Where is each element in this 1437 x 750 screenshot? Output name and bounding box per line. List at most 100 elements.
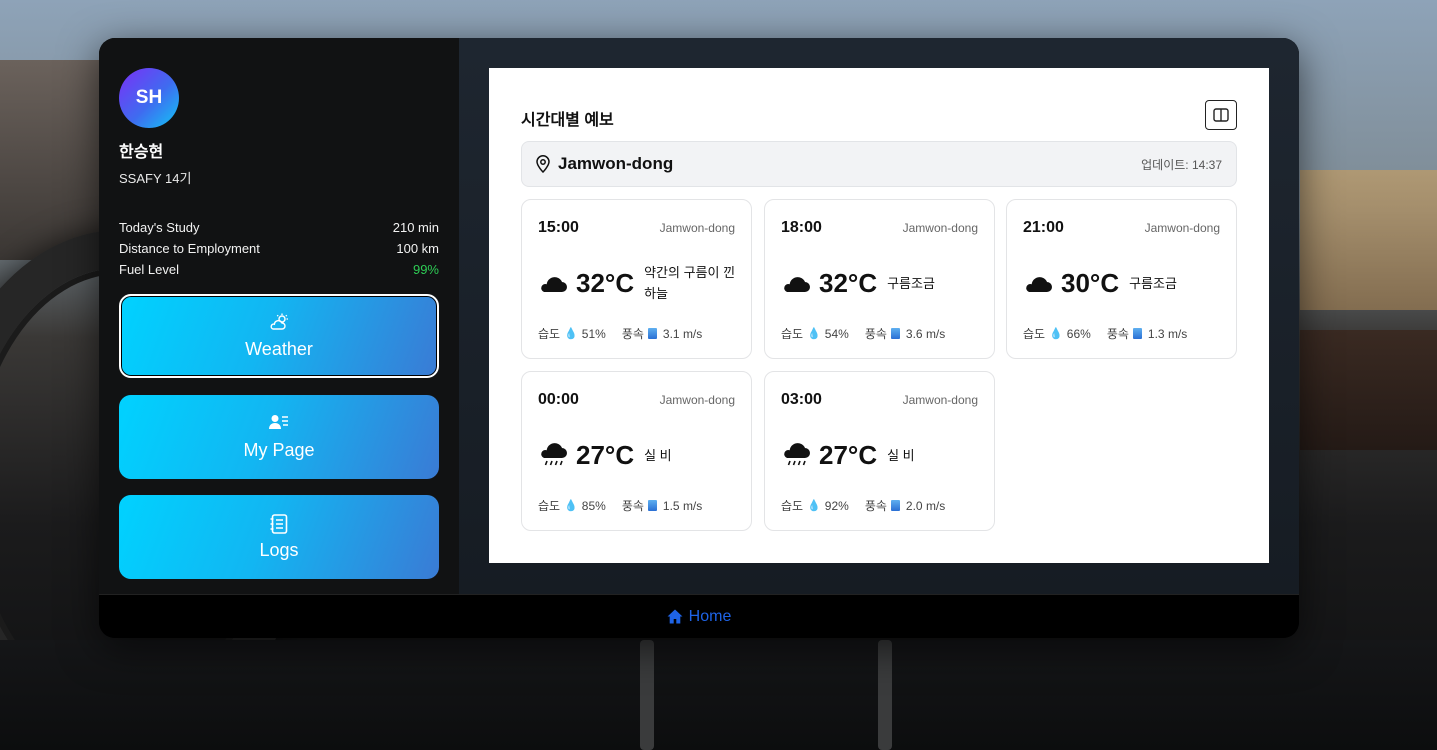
forecast-temp: 32°C xyxy=(576,267,635,298)
forecast-desc: 구름조금 xyxy=(1129,275,1177,291)
forecast-main: 30°C 구름조금 xyxy=(1023,260,1177,306)
forecast-card: 18:00 Jamwon-dong 32°C 구름조금 습도 💧 54% 풍속 … xyxy=(764,199,995,359)
humidity-label: 습도 xyxy=(1023,327,1046,341)
droplet-icon: 💧 xyxy=(564,328,578,340)
forecast-location: Jamwon-dong xyxy=(659,221,735,235)
rain-cloud-icon xyxy=(784,443,810,466)
wind-value: 2.0 m/s xyxy=(905,498,946,513)
background-pedal xyxy=(878,640,892,750)
forecast-card: 00:00 Jamwon-dong 27°C 실 비 습도 💧 85% 풍속 1… xyxy=(521,371,752,531)
cloud-icon xyxy=(1026,277,1052,292)
background-scenery xyxy=(1300,170,1437,310)
humidity-label: 습도 xyxy=(538,499,561,513)
user-list-icon xyxy=(269,414,289,434)
stat-label: Today's Study xyxy=(119,220,200,235)
forecast-panel: 시간대별 예보 Jamwon-dong 업데이트: 14:37 15:00 Ja… xyxy=(489,68,1269,563)
stat-row: Distance to Employment 100 km xyxy=(119,238,439,259)
forecast-details: 습도 💧 92% 풍속 2.0 m/s xyxy=(781,497,945,514)
humidity-value: 92% xyxy=(824,498,849,513)
forecast-main: 32°C 약간의 구름이 낀 하늘 xyxy=(538,260,740,306)
stat-label: Distance to Employment xyxy=(119,241,260,256)
stat-value: 100 km xyxy=(396,241,439,256)
forecast-desc: 구름조금 xyxy=(887,275,935,291)
fuel-level-value: 99% xyxy=(412,262,439,277)
notebook-icon xyxy=(270,513,288,534)
nav-logs-button[interactable]: Logs xyxy=(119,495,439,579)
nav-label: My Page xyxy=(243,439,315,460)
forecast-details: 습도 💧 66% 풍속 1.3 m/s xyxy=(1023,325,1187,342)
stat-row: Today's Study 210 min xyxy=(119,217,439,238)
avatar: SH xyxy=(119,68,179,128)
forecast-temp: 30°C xyxy=(1061,267,1120,298)
cloud-sun-icon xyxy=(269,313,289,333)
droplet-icon: 💧 xyxy=(807,328,821,340)
sidebar: SH 한승현 SSAFY 14기 Today's Study 210 min D… xyxy=(99,38,459,594)
humidity-value: 66% xyxy=(1066,326,1091,341)
wind-value: 1.5 m/s xyxy=(662,498,703,513)
forecast-temp: 27°C xyxy=(576,439,635,470)
wind-value: 3.1 m/s xyxy=(662,326,703,341)
nav-label: Weather xyxy=(245,338,313,359)
forecast-location: Jamwon-dong xyxy=(659,393,735,407)
updated-time: 업데이트: 14:37 xyxy=(1141,157,1222,172)
background-wood-trim xyxy=(1300,330,1437,450)
cloud-icon xyxy=(784,277,810,292)
app-window: SH 한승현 SSAFY 14기 Today's Study 210 min D… xyxy=(99,38,1299,638)
columns-icon xyxy=(1213,108,1229,122)
home-icon xyxy=(667,609,683,624)
wind-icon xyxy=(890,328,900,339)
home-label: Home xyxy=(688,607,732,625)
stats-list: Today's Study 210 min Distance to Employ… xyxy=(119,217,439,280)
stat-row: Fuel Level 99% xyxy=(119,259,439,280)
forecast-temp: 32°C xyxy=(819,267,878,298)
forecast-main: 27°C 실 비 xyxy=(538,432,672,478)
droplet-icon: 💧 xyxy=(564,500,578,512)
map-pin-icon xyxy=(536,155,550,173)
location-group: Jamwon-dong xyxy=(536,154,673,174)
humidity-label: 습도 xyxy=(538,327,561,341)
user-subtitle: SSAFY 14기 xyxy=(119,171,192,186)
cloud-icon xyxy=(541,277,567,292)
background-dashboard xyxy=(0,60,100,260)
wind-value: 1.3 m/s xyxy=(1147,326,1188,341)
droplet-icon: 💧 xyxy=(807,500,821,512)
user-name: 한승현 xyxy=(119,144,164,161)
panel-title: 시간대별 예보 xyxy=(521,112,614,129)
forecast-desc: 실 비 xyxy=(644,447,672,463)
wind-icon xyxy=(647,500,657,511)
background-pedal xyxy=(640,640,654,750)
wind-label: 풍속 xyxy=(864,499,887,513)
nav-mypage-button[interactable]: My Page xyxy=(119,395,439,479)
wind-value: 3.6 m/s xyxy=(905,326,946,341)
forecast-card: 21:00 Jamwon-dong 30°C 구름조금 습도 💧 66% 풍속 … xyxy=(1006,199,1237,359)
forecast-card: 15:00 Jamwon-dong 32°C 약간의 구름이 낀 하늘 습도 💧… xyxy=(521,199,752,359)
main-content: 시간대별 예보 Jamwon-dong 업데이트: 14:37 15:00 Ja… xyxy=(459,38,1299,594)
wind-label: 풍속 xyxy=(621,499,644,513)
humidity-label: 습도 xyxy=(781,499,804,513)
wind-icon xyxy=(890,500,900,511)
stat-value: 210 min xyxy=(392,220,439,235)
wind-icon xyxy=(1132,328,1142,339)
rain-cloud-icon xyxy=(541,443,567,466)
forecast-time: 00:00 xyxy=(538,391,579,408)
home-link[interactable]: Home xyxy=(99,594,1299,638)
location-name: Jamwon-dong xyxy=(558,154,674,173)
forecast-details: 습도 💧 54% 풍속 3.6 m/s xyxy=(781,325,945,342)
forecast-main: 27°C 실 비 xyxy=(781,432,915,478)
forecast-location: Jamwon-dong xyxy=(1144,221,1220,235)
forecast-desc: 실 비 xyxy=(887,447,915,463)
forecast-time: 21:00 xyxy=(1023,219,1064,236)
wind-icon xyxy=(647,328,657,339)
forecast-time: 18:00 xyxy=(781,219,822,236)
forecast-card: 03:00 Jamwon-dong 27°C 실 비 습도 💧 92% 풍속 2… xyxy=(764,371,995,531)
toggle-layout-button[interactable] xyxy=(1205,100,1237,130)
forecast-details: 습도 💧 85% 풍속 1.5 m/s xyxy=(538,497,702,514)
forecast-main: 32°C 구름조금 xyxy=(781,260,935,306)
forecast-location: Jamwon-dong xyxy=(902,221,978,235)
nav-label: Logs xyxy=(259,539,299,560)
nav-weather-button[interactable]: Weather xyxy=(119,294,439,378)
wind-label: 풍속 xyxy=(1106,327,1129,341)
stat-label: Fuel Level xyxy=(119,262,179,277)
forecast-time: 03:00 xyxy=(781,391,822,408)
humidity-value: 51% xyxy=(581,326,606,341)
